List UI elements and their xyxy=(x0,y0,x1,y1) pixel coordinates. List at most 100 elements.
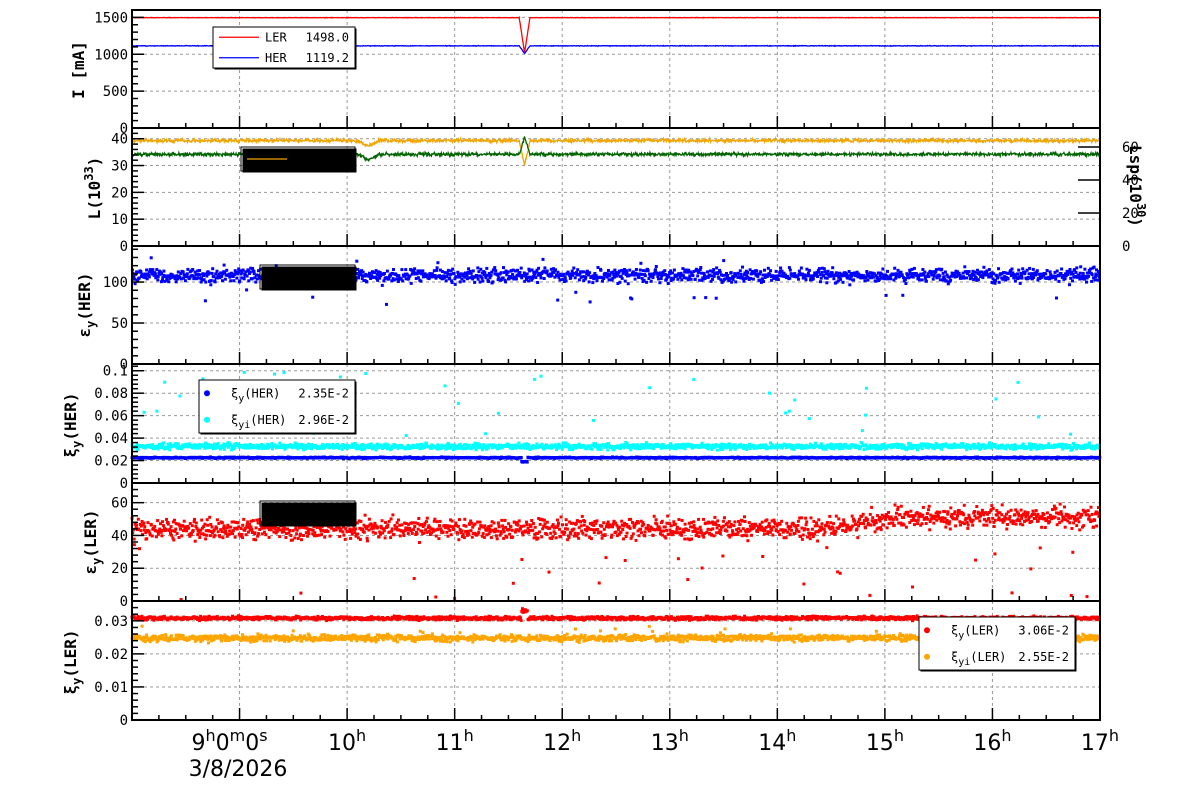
data-point xyxy=(561,448,564,451)
data-point xyxy=(927,275,930,278)
data-point xyxy=(574,276,577,279)
y-label-rest: ) xyxy=(85,157,104,167)
data-point xyxy=(223,264,226,267)
data-point xyxy=(397,280,400,283)
data-point xyxy=(667,275,670,278)
data-point xyxy=(283,371,286,374)
data-point xyxy=(405,434,408,437)
data-point xyxy=(653,273,656,276)
data-point xyxy=(497,276,500,279)
data-point xyxy=(883,277,886,280)
y-label-subscript: y xyxy=(84,321,98,328)
data-point xyxy=(449,273,452,276)
data-point xyxy=(564,277,567,280)
data-point xyxy=(654,268,657,271)
data-point xyxy=(457,402,460,405)
data-point xyxy=(1054,278,1057,281)
data-point xyxy=(502,266,505,269)
right-label-rest: ) xyxy=(1126,217,1145,227)
data-point xyxy=(445,279,448,282)
data-point xyxy=(197,276,200,279)
data-point xyxy=(536,281,539,284)
y-label-rest: (HER) xyxy=(75,272,94,320)
data-point xyxy=(410,282,413,285)
data-point xyxy=(793,399,796,402)
data-point xyxy=(818,267,821,270)
data-point xyxy=(889,277,892,280)
data-point xyxy=(965,276,968,279)
right-y-tick-label: 0 xyxy=(1122,239,1130,255)
series-scatter-ξy(HER) xyxy=(131,455,1102,463)
data-point xyxy=(693,296,696,299)
data-point xyxy=(362,271,365,274)
data-point xyxy=(540,276,543,279)
data-point xyxy=(852,278,855,281)
data-point xyxy=(819,280,822,283)
data-point xyxy=(467,267,470,270)
data-point xyxy=(241,271,244,274)
data-point xyxy=(652,276,655,279)
data-point xyxy=(211,267,214,270)
beam-monitor-chart: 050010001500I [mA]010203040L(1033)020406… xyxy=(0,0,1200,798)
data-point xyxy=(904,282,907,285)
data-point xyxy=(1019,282,1022,285)
data-point xyxy=(1079,265,1082,268)
data-point xyxy=(383,272,386,275)
data-point xyxy=(721,274,724,277)
data-point xyxy=(1083,268,1086,271)
data-point xyxy=(759,270,762,273)
data-point xyxy=(734,280,737,283)
data-point xyxy=(850,275,853,278)
data-point xyxy=(243,277,246,280)
data-point xyxy=(998,281,1001,284)
data-point xyxy=(133,278,136,281)
data-point xyxy=(459,280,462,283)
data-point xyxy=(168,448,171,451)
data-point xyxy=(823,267,826,270)
data-point xyxy=(527,279,530,282)
data-point xyxy=(699,266,702,269)
y-tick-label: 30 xyxy=(111,159,128,175)
data-point xyxy=(667,282,670,285)
data-point xyxy=(472,269,475,272)
data-point xyxy=(543,277,546,280)
data-point xyxy=(1055,297,1058,300)
data-point xyxy=(839,278,842,281)
data-point xyxy=(497,412,500,415)
data-point xyxy=(800,267,803,270)
data-point xyxy=(638,276,641,279)
data-point xyxy=(1047,442,1050,445)
data-point xyxy=(607,269,610,272)
data-point xyxy=(520,456,523,459)
y-axis-label: I [mA] xyxy=(69,41,88,99)
data-point xyxy=(518,271,521,274)
data-point xyxy=(1085,281,1088,284)
right-label-main: Lsp(10 xyxy=(1126,145,1145,203)
data-point xyxy=(692,378,695,381)
data-point xyxy=(647,269,650,272)
data-point xyxy=(977,278,980,281)
data-point xyxy=(742,280,745,283)
data-point xyxy=(817,270,820,273)
data-point xyxy=(644,447,647,450)
data-point xyxy=(483,271,486,274)
y-tick-label: 500 xyxy=(103,84,128,100)
data-point xyxy=(630,297,633,300)
data-point xyxy=(872,276,875,279)
data-point xyxy=(808,269,811,272)
data-point xyxy=(648,386,651,389)
data-point xyxy=(434,274,437,277)
data-point xyxy=(769,269,772,272)
data-point xyxy=(481,280,484,283)
data-point xyxy=(655,265,658,268)
data-point xyxy=(417,276,420,279)
data-point xyxy=(1017,381,1020,384)
data-point xyxy=(825,281,828,284)
data-point xyxy=(156,278,159,281)
data-point xyxy=(704,296,707,299)
data-point xyxy=(177,442,180,445)
data-point xyxy=(204,299,207,302)
data-point xyxy=(825,448,828,451)
data-point xyxy=(589,300,592,303)
data-point xyxy=(627,282,630,285)
